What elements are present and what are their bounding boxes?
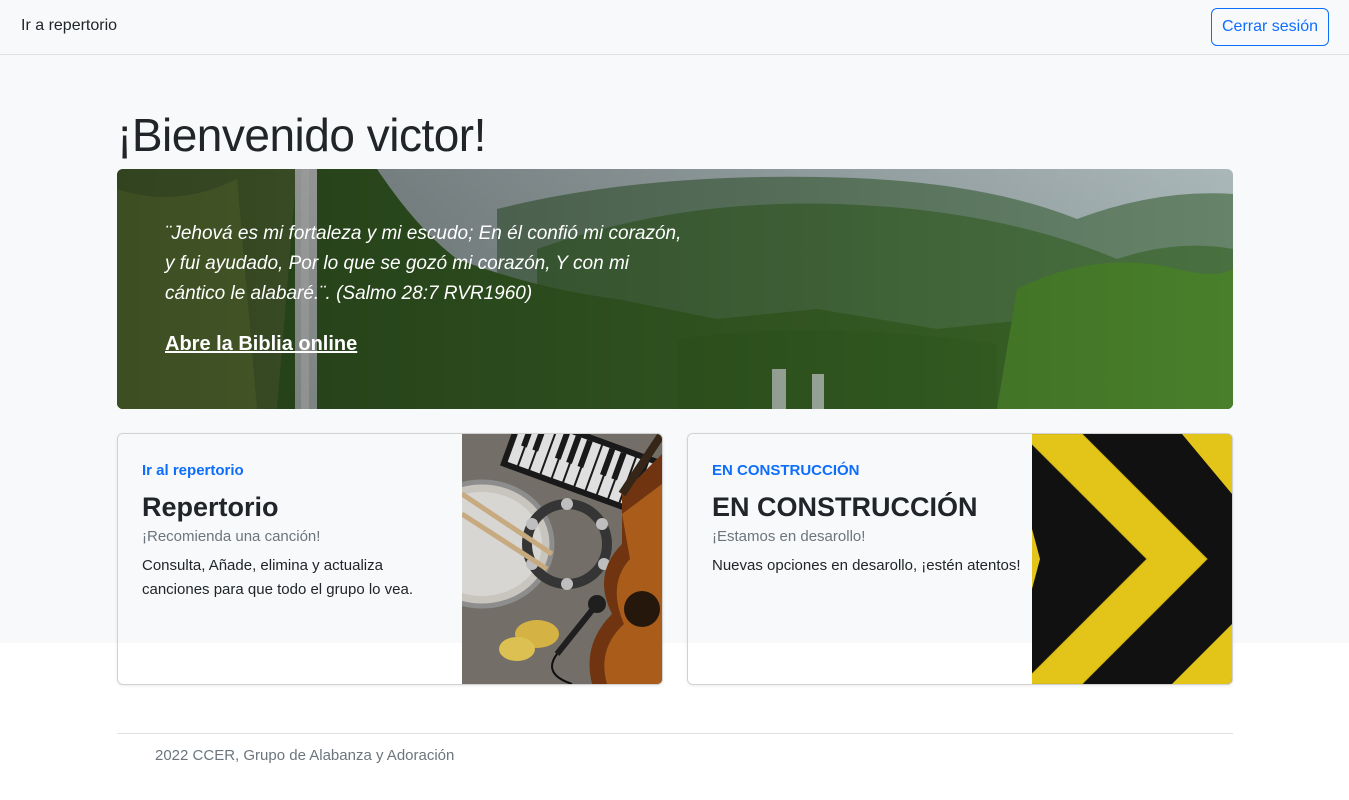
footer-divider	[117, 733, 1233, 734]
instruments-image	[462, 434, 662, 684]
repertorio-card: Ir al repertorio Repertorio ¡Recomienda …	[117, 433, 663, 685]
navbar: Ir a repertorio Cerrar sesión	[0, 0, 1349, 55]
card-subtitle: ¡Recomienda una canción!	[142, 528, 321, 545]
construction-chevron-image	[1032, 434, 1232, 684]
card-link-repertorio[interactable]: Ir al repertorio	[142, 462, 244, 479]
card-body: EN CONSTRUCCIÓN EN CONSTRUCCIÓN ¡Estamos…	[688, 434, 1032, 684]
welcome-heading: ¡Bienvenido victor!	[117, 109, 486, 161]
bible-verse: ¨Jehová es mi fortaleza y mi escudo; En …	[165, 223, 682, 304]
bible-online-link[interactable]: Abre la Biblia online	[165, 333, 357, 356]
card-title: EN CONSTRUCCIÓN	[712, 492, 978, 522]
card-text: Nuevas opciones en desarollo, ¡estén ate…	[712, 557, 1021, 574]
construccion-card: EN CONSTRUCCIÓN EN CONSTRUCCIÓN ¡Estamos…	[687, 433, 1233, 685]
card-link-construccion[interactable]: EN CONSTRUCCIÓN	[712, 462, 860, 479]
footer-text: 2022 CCER, Grupo de Alabanza y Adoración	[155, 747, 455, 764]
nav-link-repertorio[interactable]: Ir a repertorio	[21, 17, 117, 35]
card-text: Consulta, Añade, elimina y actualiza can…	[142, 557, 414, 598]
card-title: Repertorio	[142, 492, 279, 522]
hero-banner: ¨Jehová es mi fortaleza y mi escudo; En …	[117, 169, 1233, 409]
logout-button[interactable]: Cerrar sesión	[1211, 8, 1329, 46]
card-body: Ir al repertorio Repertorio ¡Recomienda …	[118, 434, 462, 684]
card-subtitle: ¡Estamos en desarollo!	[712, 528, 866, 545]
